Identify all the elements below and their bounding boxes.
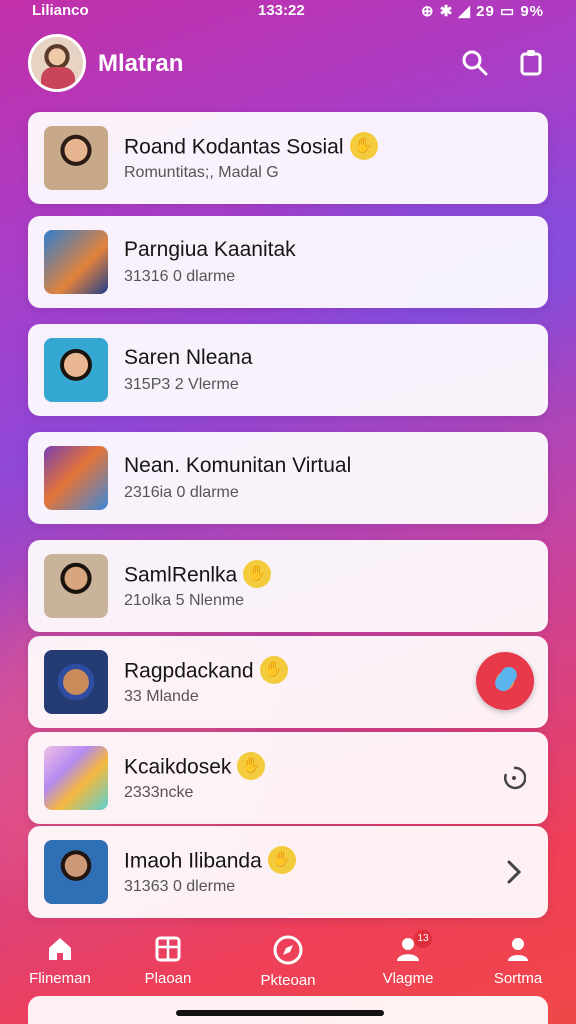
item-thumbnail [44, 446, 108, 510]
item-subtitle: 315P3 2 Vlerme [124, 376, 239, 393]
item-title: Saren Nleana [124, 346, 252, 370]
item-title-text: Imaoh Ilibanda [124, 849, 262, 873]
item-title: SamlRenlka ✋ [124, 560, 272, 590]
item-subtitle: 31316 0 dlarme [124, 268, 236, 285]
item-title: Parngiua Kaanitak [124, 238, 296, 262]
chevron-right-icon[interactable] [502, 856, 526, 888]
list-item[interactable]: Imaoh Ilibanda ✋ 31363 0 dlerme [28, 826, 548, 918]
item-title: Imaoh Ilibanda ✋ [124, 846, 296, 876]
item-title-text: Saren Nleana [124, 346, 253, 369]
nav-home[interactable]: Flineman [10, 922, 110, 994]
item-subtitle: Romuntitas;, Madal G [124, 164, 279, 181]
list-item[interactable]: Nean. Komunitan Virtual 2316ia 0 dlarme [28, 432, 548, 524]
item-title: Ragpdackand ✋ [124, 656, 288, 686]
home-icon [49, 938, 71, 960]
notification-badge: 13 [414, 930, 432, 948]
item-subtitle: 2333ncke [124, 784, 194, 801]
item-title-text: Kcaikdosek [124, 755, 232, 779]
item-thumbnail [44, 230, 108, 294]
clipboard-icon[interactable] [516, 48, 546, 78]
list-item[interactable]: Kcaikdosek ✋ 2333ncke [28, 732, 548, 824]
badge-icon: ✋ [237, 752, 266, 780]
home-indicator[interactable] [176, 1010, 384, 1016]
item-subtitle: 21olka 5 Nlenme [124, 592, 245, 609]
loading-icon[interactable] [502, 762, 527, 794]
item-thumbnail [44, 126, 108, 190]
item-thumbnail [44, 338, 108, 402]
badge-icon: ✋ [243, 560, 272, 588]
badge-icon: ✋ [267, 846, 296, 874]
nav-people[interactable]: 13 Vlagme [358, 922, 458, 994]
nav-plaoan[interactable]: Plaoan [118, 922, 218, 994]
status-bar: Lilianco 133:22 ⊕ ✱ ◢ 29 ▭ 9% [0, 0, 576, 22]
app-header: Mlatran [0, 30, 576, 100]
item-title-text: Ragpdackand [124, 659, 254, 683]
badge-icon: ✋ [349, 132, 378, 160]
item-subtitle: 33 Mlande [124, 688, 199, 705]
nav-people-label: Vlagme [382, 970, 434, 987]
item-thumbnail [44, 746, 108, 810]
list-item[interactable]: Parngiua Kaanitak 31316 0 dlarme [28, 216, 548, 308]
action-button[interactable] [476, 652, 534, 710]
nav-home-label: Flineman [29, 970, 91, 987]
nav-explore[interactable]: Pkteoan [238, 922, 338, 994]
item-title: Kcaikdosek ✋ [124, 752, 266, 782]
item-title-text: Roand Kodantas Sosial [124, 135, 344, 159]
list-item[interactable]: Roand Kodantas Sosial ✋ Romuntitas;, Madal… [28, 112, 548, 204]
list-item[interactable]: Ragpdackand ✋ 33 Mlande [28, 636, 548, 728]
avatar[interactable] [28, 34, 86, 92]
list-item[interactable]: SamlRenlka ✋ 21olka 5 Nlenme [28, 540, 548, 632]
item-thumbnail [44, 650, 108, 714]
clock: 133:22 [258, 2, 305, 19]
carrier-label: Lilianco [32, 2, 89, 19]
grid-icon [155, 936, 181, 962]
item-title: Nean. Komunitan Virtual [124, 454, 351, 478]
nav-explore-label: Pkteoan [260, 972, 316, 989]
item-subtitle: 31363 0 dlerme [124, 878, 236, 895]
item-title-text: SamlRenlka [124, 563, 238, 587]
item-title: Roand Kodantas Sosial ✋ [124, 132, 378, 162]
item-thumbnail [44, 554, 108, 618]
nav-plaoan-label: Plaoan [144, 970, 192, 987]
nav-profile-label: Sortma [493, 970, 543, 987]
bottom-nav: Flineman Plaoan Pkteoan 13 Vlagme Sortma [0, 922, 576, 994]
list-item[interactable]: Saren Nleana 315P3 2 Vlerme [28, 324, 548, 416]
search-icon[interactable] [460, 48, 490, 78]
item-title-text: Parngiua Kaanitak [124, 238, 296, 261]
item-thumbnail [44, 840, 108, 904]
compass-icon [273, 935, 303, 965]
item-subtitle: 2316ia 0 dlarme [124, 484, 239, 501]
status-icons: ⊕ ✱ ◢ 29 ▭ 9% [420, 3, 544, 20]
page-title: Mlatran [98, 50, 184, 77]
item-title-text: Nean. Komunitan Virtual [124, 454, 352, 477]
nav-profile[interactable]: Sortma [468, 922, 568, 994]
badge-icon: ✋ [259, 656, 288, 684]
profile-icon [508, 938, 528, 961]
